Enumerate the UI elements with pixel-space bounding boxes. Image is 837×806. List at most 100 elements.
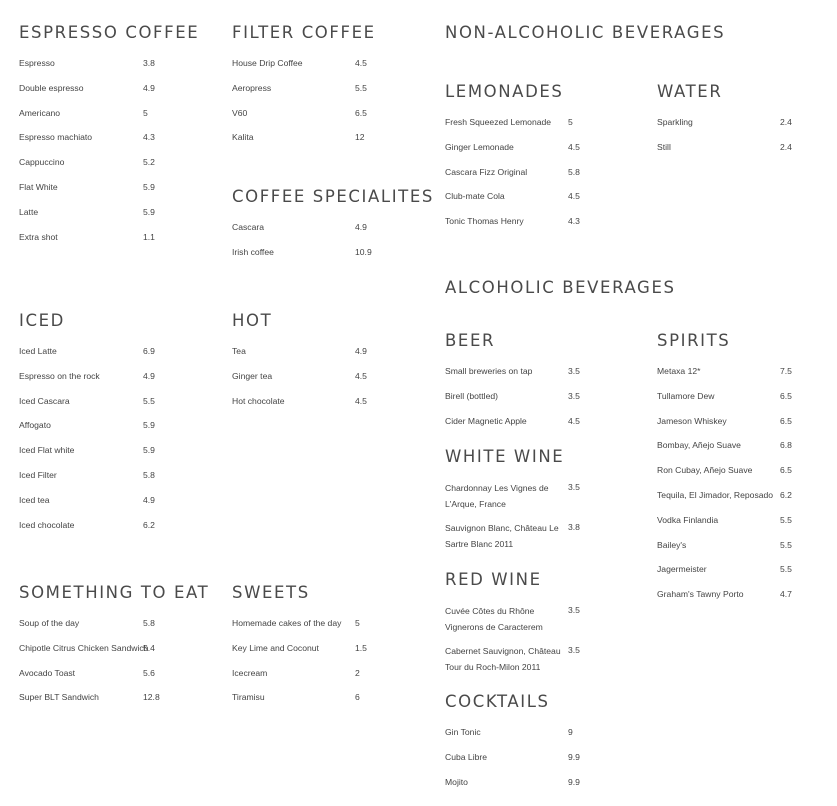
item-price: 2.4 xyxy=(780,141,792,152)
menu-item: Chipotle Citrus Chicken Sandwich 5.4 xyxy=(19,642,209,667)
menu-item: Club-mate Cola 4.5 xyxy=(445,190,580,215)
menu-item: Espresso machiato 4.3 xyxy=(19,131,199,156)
item-name: Graham's Tawny Porto xyxy=(657,589,744,600)
section-title: HOT xyxy=(232,311,273,330)
menu-list: Fresh Squeezed Lemonade 5 Ginger Lemonade… xyxy=(445,116,580,240)
menu-item: Tonic Thomas Henry 4.3 xyxy=(445,215,580,240)
menu-item: Soup of the day 5.8 xyxy=(19,617,209,642)
item-price: 4.9 xyxy=(143,370,155,381)
alcoholic-heading: ALCOHOLIC BEVERAGES xyxy=(445,278,676,297)
menu-item: Sparkling 2.4 xyxy=(657,116,792,141)
menu-item: V60 6.5 xyxy=(232,107,376,132)
section-beer: BEER Small breweries on tap 3.5 Birell (b… xyxy=(445,330,580,440)
menu-item: Ginger Lemonade 4.5 xyxy=(445,141,580,166)
menu-item: Tiramisu 6 xyxy=(232,691,360,716)
menu-item: Iced Cascara 5.5 xyxy=(19,395,155,420)
menu-item: Iced Flat white 5.9 xyxy=(19,444,155,469)
item-price: 5.9 xyxy=(143,420,155,431)
item-price: 3.5 xyxy=(568,645,580,655)
item-name: Bombay, Añejo Suave xyxy=(657,440,741,451)
section-title: ICED xyxy=(19,311,65,330)
section-title: LEMONADES xyxy=(445,82,564,101)
item-price: 4.3 xyxy=(143,132,155,143)
section-title: FILTER COFFEE xyxy=(232,23,376,42)
item-price: 5.8 xyxy=(143,469,155,480)
item-price: 9 xyxy=(568,727,573,737)
item-price: 6.9 xyxy=(143,346,155,356)
item-price: 5 xyxy=(143,107,148,118)
item-price: 5.6 xyxy=(143,667,155,678)
item-name: Soup of the day xyxy=(19,618,80,628)
section-title: SWEETS xyxy=(232,583,310,602)
item-price: 4.7 xyxy=(780,589,792,600)
item-name: Jagermeister xyxy=(657,564,707,575)
item-price: 3.5 xyxy=(568,482,580,492)
section-iced: ICED Iced Latte 6.9 Espresso on the rock 4… xyxy=(19,310,155,544)
section-spirits: SPIRITS Metaxa 12* 7.5 Tullamore Dew 6.5 J… xyxy=(657,330,792,613)
menu-item: Iced Latte 6.9 xyxy=(19,345,155,370)
section-filter-coffee: FILTER COFFEE House Drip Coffee 4.5 Aerop… xyxy=(232,22,376,156)
item-name: Iced tea xyxy=(19,494,50,505)
item-price: 4.9 xyxy=(143,494,155,505)
item-price: 6.2 xyxy=(143,519,155,530)
item-price: 3.5 xyxy=(568,390,580,401)
item-name: Ron Cubay, Añejo Suave xyxy=(657,465,753,476)
item-price: 5.9 xyxy=(143,445,155,456)
item-price: 5.8 xyxy=(143,618,155,628)
menu-list: Iced Latte 6.9 Espresso on the rock 4.9 Ic… xyxy=(19,345,155,544)
item-price: 5.9 xyxy=(143,206,155,217)
section-water: WATER Sparkling 2.4 Still 2.4 xyxy=(657,81,792,166)
item-price: 4.5 xyxy=(568,191,580,202)
item-name: Key Lime and Coconut xyxy=(232,642,319,653)
menu-list: Soup of the day 5.8 Chipotle Citrus Chick… xyxy=(19,617,209,716)
item-name: Icecream xyxy=(232,667,268,678)
item-price: 4.5 xyxy=(355,58,367,68)
section-sweets: SWEETS Homemade cakes of the day 5 Key Li… xyxy=(232,582,367,716)
item-name: Ginger Lemonade xyxy=(445,141,514,152)
menu-list: Espresso 3.8 Double espresso 4.9 Americano… xyxy=(19,57,199,255)
item-name: Cappuccino xyxy=(19,157,65,168)
menu-item: House Drip Coffee 4.5 xyxy=(232,57,376,82)
menu-list: Cuvée Côtes du Rhône Vignerons de Caract… xyxy=(445,604,580,684)
menu-item: Jagermeister 5.5 xyxy=(657,563,792,588)
item-name: Sauvignon Blanc, Château Le Sartre Blanc… xyxy=(445,523,559,549)
item-price: 4.9 xyxy=(355,346,367,356)
section-hot: HOT Tea 4.9 Ginger tea 4.5 Hot chocolate 4.… xyxy=(232,310,367,419)
item-price: 5 xyxy=(355,618,360,628)
item-name: Birell (bottled) xyxy=(445,390,499,401)
item-name: Mojito xyxy=(445,776,468,787)
section-coffee-specialites: COFFEE SPECIALITES Cascara 4.9 Irish coff… xyxy=(232,186,434,271)
menu-item: Cider Magnetic Apple 4.5 xyxy=(445,415,580,440)
item-name: Extra shot xyxy=(19,231,58,242)
menu-item: Espresso 3.8 xyxy=(19,57,199,82)
item-name: Avocado Toast xyxy=(19,667,76,678)
item-name: Iced Filter xyxy=(19,469,57,480)
item-name: Fresh Squeezed Lemonade xyxy=(445,117,552,127)
item-price: 12 xyxy=(355,132,365,143)
menu-item: Flat White 5.9 xyxy=(19,181,199,206)
menu-item: Cuvée Côtes du Rhône Vignerons de Caract… xyxy=(445,604,580,644)
item-name: Iced chocolate xyxy=(19,519,75,530)
item-price: 5.2 xyxy=(143,157,155,168)
coffee-menu-page: { "espresso": { "title": "ESPRESSO COFFE… xyxy=(0,0,837,806)
item-name: Iced Cascara xyxy=(19,395,70,406)
item-name: Cider Magnetic Apple xyxy=(445,415,527,426)
menu-item: Iced chocolate 6.2 xyxy=(19,519,155,544)
menu-item: Key Lime and Coconut 1.5 xyxy=(232,642,367,667)
item-name: Homemade cakes of the day xyxy=(232,618,342,628)
item-name: Jameson Whiskey xyxy=(657,415,727,426)
menu-item: Bailey's 5.5 xyxy=(657,539,792,564)
item-name: Double espresso xyxy=(19,82,84,93)
menu-item: Icecream 2 xyxy=(232,667,360,692)
section-title: BEER xyxy=(445,331,496,350)
item-name: Cabernet Sauvignon, Château Tour du Roch… xyxy=(445,646,561,672)
item-name: Tequila, El Jimador, Reposado xyxy=(657,489,774,500)
menu-item: Super BLT Sandwich 12.8 xyxy=(19,691,209,716)
menu-item: Cabernet Sauvignon, Château Tour du Roch… xyxy=(445,644,580,684)
section-red-wine: RED WINE Cuvée Côtes du Rhône Vignerons … xyxy=(445,569,580,684)
item-price: 5.9 xyxy=(143,181,155,192)
item-price: 4.9 xyxy=(355,222,367,232)
item-price: 1.5 xyxy=(355,642,367,653)
item-name: Tullamore Dew xyxy=(657,390,715,401)
item-name: Flat White xyxy=(19,181,58,192)
